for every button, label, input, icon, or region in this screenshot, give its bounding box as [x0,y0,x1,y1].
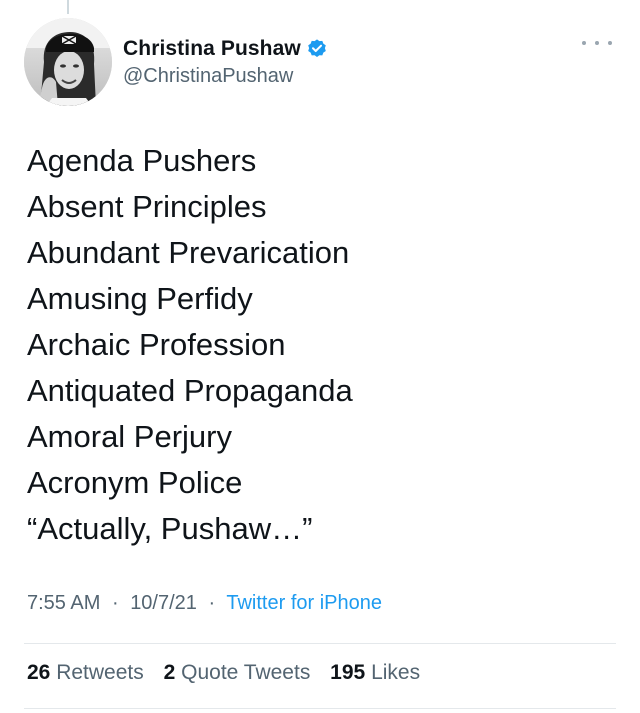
tweet-line: Antiquated Propaganda [27,373,353,408]
user-handle[interactable]: @ChristinaPushaw [123,65,328,88]
divider [24,708,616,709]
tweet-line: Acronym Police [27,465,243,500]
tweet-line: Agenda Pushers [27,143,257,178]
more-dot [595,41,599,45]
quote-tweets-label: Quote Tweets [181,661,311,684]
retweets-stat[interactable]: 26 Retweets [27,661,150,684]
more-dot [608,41,612,45]
engagement-stats: 26 Retweets 2 Quote Tweets 195 Likes [27,661,434,685]
avatar-photo [24,18,112,106]
tweet-line: “Actually, Pushaw…” [27,511,313,546]
likes-label: Likes [371,661,421,684]
thread-connector-line [67,0,69,14]
tweet-line: Archaic Profession [27,327,286,362]
meta-separator: · [208,592,216,614]
divider [24,643,616,644]
quote-tweets-count: 2 [163,661,176,684]
retweets-count: 26 [27,661,51,684]
meta-separator: · [111,592,119,614]
tweet-line: Amoral Perjury [27,419,232,454]
tweet-time[interactable]: 7:55 AM [27,592,100,614]
author-info: Christina Pushaw @ChristinaPushaw [123,34,328,88]
tweet-header: Christina Pushaw @ChristinaPushaw [24,18,616,108]
display-name[interactable]: Christina Pushaw [123,37,301,61]
quote-tweets-stat[interactable]: 2 Quote Tweets [164,661,317,684]
tweet-text: Agenda Pushers Absent Principles Abundan… [27,138,607,552]
retweets-label: Retweets [56,661,144,684]
likes-count: 195 [330,661,366,684]
more-options-icon[interactable] [582,36,612,50]
avatar[interactable] [24,18,112,106]
tweet-metadata: 7:55 AM · 10/7/21 · Twitter for iPhone [27,592,382,615]
more-dot [582,41,586,45]
likes-stat[interactable]: 195 Likes [330,661,420,684]
name-row: Christina Pushaw [123,34,328,64]
tweet-source-link[interactable]: Twitter for iPhone [226,592,382,614]
tweet-line: Absent Principles [27,189,267,224]
tweet-line: Amusing Perfidy [27,281,253,316]
tweet-line: Abundant Prevarication [27,235,350,270]
verified-badge-icon [306,38,328,60]
tweet-date[interactable]: 10/7/21 [130,592,197,614]
